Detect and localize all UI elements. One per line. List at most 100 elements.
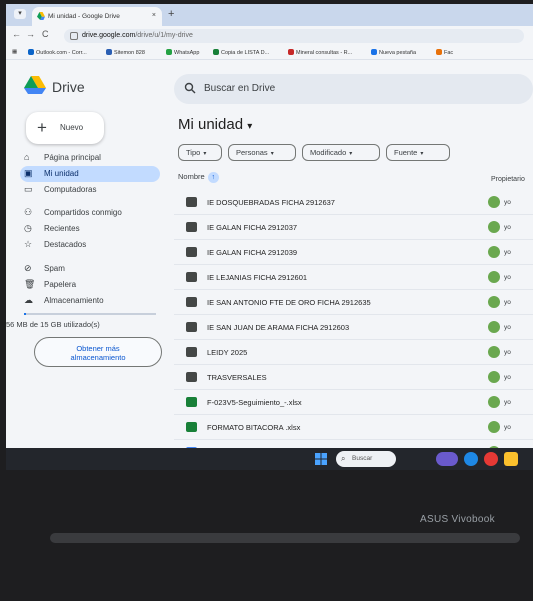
sitemon-icon <box>106 49 112 55</box>
shared-folder-icon <box>186 222 197 232</box>
bookmark-outlook[interactable]: Outlook.com - Corr... <box>28 49 87 56</box>
file-row[interactable]: FORMATO BITACORA .xlsx yo <box>174 415 533 440</box>
spam-icon: ⊘ <box>24 263 32 273</box>
file-row[interactable]: IE DOSQUEBRADAS FICHA 2912637 yo <box>174 190 533 215</box>
address-row: ← → C drive.google.com/drive/u/1/my-driv… <box>6 26 533 46</box>
sidebar-item-label: Almacenamiento <box>44 296 104 305</box>
file-name: FORMATO BITACORA .xlsx <box>207 423 301 432</box>
owner-avatar <box>488 196 500 208</box>
filter-people[interactable]: Personas ▾ <box>228 144 296 161</box>
file-row[interactable]: IE GALAN FICHA 2912039 yo <box>174 240 533 265</box>
chevron-down-icon: ▾ <box>247 121 253 132</box>
column-name-header[interactable]: Nombre ↑ <box>178 172 219 183</box>
shared-folder-icon <box>186 272 197 282</box>
tab-drive[interactable]: Mi unidad - Google Drive × <box>32 7 162 26</box>
apps-icon[interactable]: ▦ <box>12 49 17 55</box>
sidebar-item-label: Spam <box>44 264 65 273</box>
computer-icon: ▭ <box>24 184 33 194</box>
file-owner: yo <box>504 399 511 406</box>
owner-avatar <box>488 396 500 408</box>
new-tab-button[interactable]: + <box>168 8 174 20</box>
tab-search-icon[interactable]: ▾ <box>14 9 26 19</box>
page-title[interactable]: Mi unidad ▾ <box>178 116 252 133</box>
drive-logo-icon[interactable] <box>24 76 46 94</box>
bookmark-fac[interactable]: Fac <box>436 49 453 56</box>
address-bar[interactable]: drive.google.com/drive/u/1/my-drive <box>64 29 524 43</box>
fac-icon <box>436 49 442 55</box>
forward-icon[interactable]: → <box>26 29 35 39</box>
close-tab-icon[interactable]: × <box>152 12 156 19</box>
sheets-icon <box>213 49 219 55</box>
folder-icon <box>186 372 197 382</box>
sidebar-item-star[interactable]: ☆ Destacados <box>20 237 160 253</box>
bookmark-mineral[interactable]: Mineral consultas - R... <box>288 49 352 56</box>
widgets-icon[interactable] <box>436 452 458 466</box>
sort-arrow-icon[interactable]: ↑ <box>207 172 219 183</box>
site-icon <box>288 49 294 55</box>
chevron-down-icon: ▾ <box>203 151 207 157</box>
get-more-storage-button[interactable]: Obtener más almacenamiento <box>34 337 162 367</box>
sidebar-item-shared[interactable]: ⚇ Compartidos conmigo <box>20 205 160 221</box>
file-explorer-icon[interactable] <box>504 452 518 466</box>
chrome-icon[interactable] <box>484 452 498 466</box>
bookmark-whatsapp[interactable]: WhatsApp <box>166 49 199 56</box>
file-owner: yo <box>504 224 511 231</box>
new-button[interactable]: + Nuevo <box>26 112 104 144</box>
sheets-icon <box>186 397 197 407</box>
storage-text: 56 MB de 15 GB utilizado(s) <box>6 320 100 329</box>
filter-modified[interactable]: Modificado ▾ <box>302 144 380 161</box>
shared-folder-icon <box>186 297 197 307</box>
file-row[interactable]: IE LEJANIAS FICHA 2912601 yo <box>174 265 533 290</box>
file-owner: yo <box>504 249 511 256</box>
file-row[interactable]: IE GALAN FICHA 2912037 yo <box>174 215 533 240</box>
shared-icon: ⚇ <box>24 207 33 217</box>
owner-avatar <box>488 246 500 258</box>
laptop-brand: ASUS Vivobook <box>420 514 495 525</box>
chevron-down-icon: ▾ <box>349 151 353 157</box>
bookmark-sitemon[interactable]: Sitemon 828 <box>106 49 145 56</box>
file-row[interactable]: IE SAN JUAN DE ARAMA FICHA 2912603 yo <box>174 315 533 340</box>
storage-fill <box>24 313 26 315</box>
column-owner-header[interactable]: Propietario <box>491 176 525 183</box>
owner-avatar <box>488 421 500 433</box>
sidebar-item-clock[interactable]: ◷ Recientes <box>20 221 160 237</box>
windows-start-icon[interactable] <box>315 453 327 465</box>
sidebar-item-label: Compartidos conmigo <box>44 208 122 217</box>
file-row[interactable]: F-023V5-Seguimiento_-.xlsx yo <box>174 390 533 415</box>
sidebar-item-home[interactable]: ⌂ Página principal <box>20 150 160 166</box>
sidebar-item-cloud[interactable]: ☁ Almacenamiento <box>20 293 160 309</box>
sidebar-item-my-drive[interactable]: ▣ Mi unidad <box>20 166 160 182</box>
laptop-screen: ▾ Mi unidad - Google Drive × + ← → C dri… <box>6 4 533 470</box>
app-title: Drive <box>52 79 85 95</box>
file-name: IE LEJANIAS FICHA 2912601 <box>207 273 308 282</box>
taskbar-search[interactable]: ⌕ Buscar <box>336 451 396 467</box>
sidebar-item-trash[interactable]: 🗑 Papelera <box>20 277 160 293</box>
file-name: IE SAN JUAN DE ARAMA FICHA 2912603 <box>207 323 350 332</box>
reload-icon[interactable]: C <box>42 29 49 39</box>
sidebar-item-computer[interactable]: ▭ Computadoras <box>20 182 160 198</box>
back-icon[interactable]: ← <box>12 29 21 39</box>
filter-source[interactable]: Fuente ▾ <box>386 144 450 161</box>
file-owner: yo <box>504 324 511 331</box>
file-row[interactable]: LEIDY 2025 yo <box>174 340 533 365</box>
shared-folder-icon <box>186 347 197 357</box>
bookmark-copia[interactable]: Copia de LISTA D... <box>213 49 269 56</box>
file-owner: yo <box>504 199 511 206</box>
filter-type[interactable]: Tipo ▾ <box>178 144 222 161</box>
file-owner: yo <box>504 299 511 306</box>
plus-icon: + <box>37 118 47 137</box>
drive-favicon-icon <box>37 12 45 20</box>
search-icon <box>184 82 196 94</box>
search-input[interactable]: Buscar en Drive <box>174 74 533 104</box>
bookmark-nueva-pestana[interactable]: Nueva pestaña <box>371 49 416 56</box>
file-row[interactable]: IE SAN ANTONIO FTE DE ORO FICHA 2912635 y… <box>174 290 533 315</box>
new-button-label: Nuevo <box>60 123 84 132</box>
file-name: TRASVERSALES <box>207 373 267 382</box>
search-icon: ⌕ <box>341 454 346 463</box>
site-info-icon[interactable] <box>70 32 78 40</box>
chevron-down-icon: ▾ <box>420 151 424 157</box>
storage-bar <box>24 313 156 315</box>
file-row[interactable]: TRASVERSALES yo <box>174 365 533 390</box>
sidebar-item-spam[interactable]: ⊘ Spam <box>20 261 160 277</box>
edge-icon[interactable] <box>464 452 478 466</box>
